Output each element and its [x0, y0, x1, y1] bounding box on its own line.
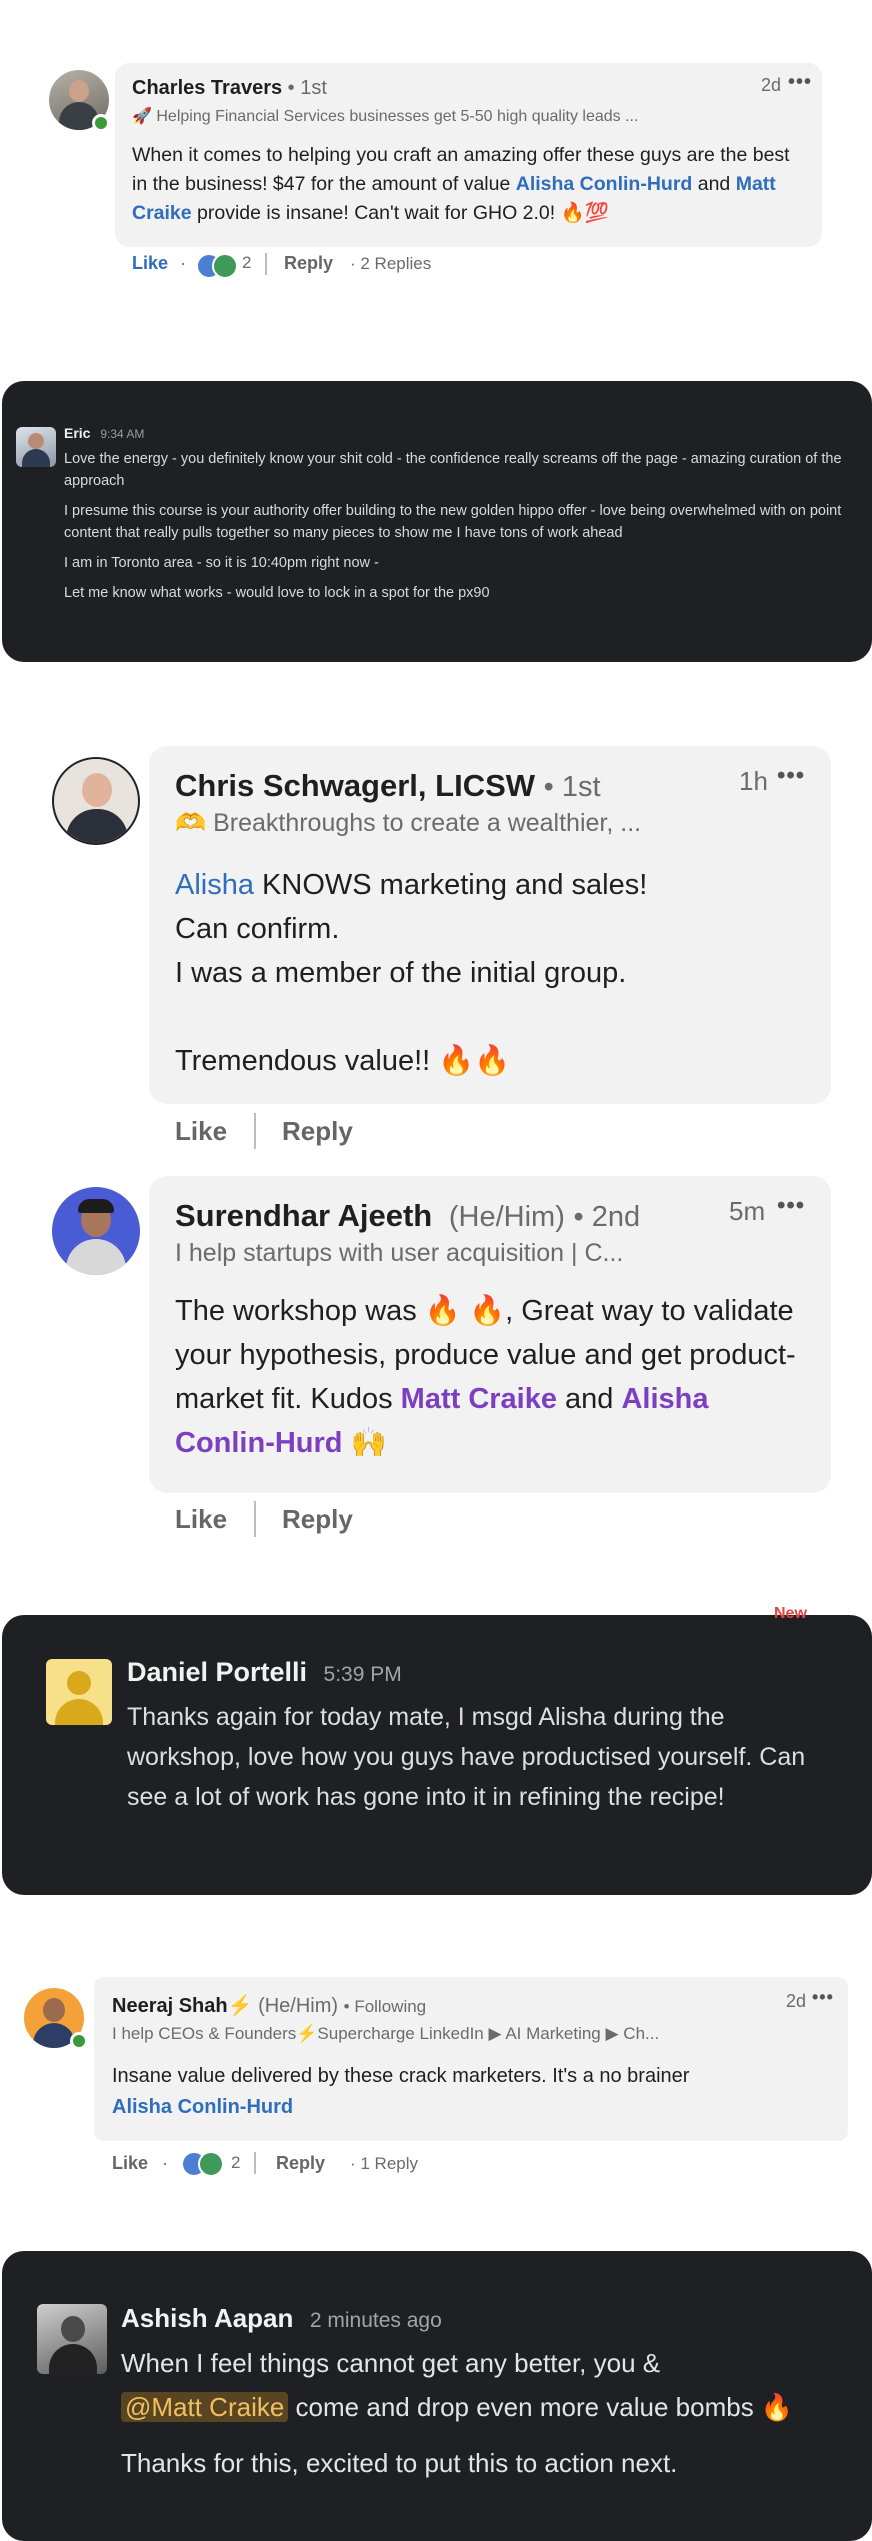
reply-button[interactable]: Reply — [284, 253, 333, 274]
action-divider — [254, 1113, 256, 1149]
author-name[interactable]: Chris Schwagerl, LICSW — [175, 768, 535, 803]
avatar-surendhar[interactable] — [52, 1187, 140, 1275]
connection-degree: • Following — [343, 1997, 427, 2016]
mention-matt[interactable]: @Matt Craike — [121, 2392, 289, 2422]
more-options-icon[interactable]: ••• — [788, 71, 812, 94]
author-headline: 🫶 Breakthroughs to create a wealthier, .… — [175, 809, 642, 837]
avatar-daniel[interactable] — [46, 1659, 112, 1725]
more-options-icon[interactable]: ••• — [777, 762, 805, 790]
comment-text: Insane value delivered by these crack ma… — [112, 2061, 832, 2123]
replies-link[interactable]: · 2 Replies — [350, 254, 431, 274]
like-button[interactable]: Like — [175, 1116, 227, 1147]
connection-degree: • 1st — [287, 77, 327, 99]
message-text: When I feel things cannot get any better… — [121, 2348, 794, 2478]
reply-button[interactable]: Reply — [282, 1504, 353, 1535]
separator-dot: · — [162, 2153, 168, 2173]
author-name[interactable]: Eric — [64, 425, 90, 441]
like-button[interactable]: Like — [175, 1504, 227, 1535]
celebrate-reaction-icon — [212, 253, 238, 279]
timestamp: 2 minutes ago — [309, 2309, 442, 2332]
action-divider — [254, 1501, 256, 1537]
reply-button[interactable]: Reply — [282, 1116, 353, 1147]
author-name[interactable]: Surendhar Ajeeth — [175, 1198, 432, 1233]
timestamp: 5:39 PM — [323, 1663, 402, 1686]
author-headline: I help startups with user acquisition | … — [175, 1239, 624, 1267]
avatar-chris[interactable] — [52, 757, 140, 845]
message-line: Let me know what works - would love to l… — [64, 585, 490, 601]
action-divider — [254, 2152, 256, 2174]
author-headline: I help CEOs & Founders⚡Supercharge Linke… — [112, 2024, 660, 2043]
timestamp: 2d — [761, 75, 782, 95]
author-name[interactable]: Charles Travers — [132, 77, 282, 99]
action-divider — [265, 253, 267, 275]
comment-bubble: Surendhar Ajeeth (He/Him) • 2nd I help s… — [149, 1176, 831, 1493]
reaction-count: 2 — [242, 253, 252, 272]
celebrate-reaction-icon — [198, 2151, 224, 2177]
chat-panel-eric: Eric 9:34 AM Love the energy - you defin… — [2, 381, 872, 662]
timestamp: 5m — [729, 1196, 766, 1226]
timestamp: 2d — [786, 1991, 807, 2011]
message-line: Love the energy - you definitely know yo… — [64, 451, 842, 489]
author-headline: 🚀 Helping Financial Services businesses … — [132, 108, 639, 125]
like-button[interactable]: Like — [132, 253, 168, 274]
connection-degree: • 2nd — [573, 1201, 641, 1233]
comment-text: Alisha KNOWS marketing and sales! Can co… — [175, 869, 648, 1077]
mention-alisha[interactable]: Alisha Conlin-Hurd — [112, 2092, 832, 2123]
comment-text: When it comes to helping you craft an am… — [132, 144, 790, 224]
comment-text: The workshop was 🔥 🔥, Great way to valid… — [175, 1295, 796, 1459]
message-text: Love the energy - you definitely know yo… — [64, 448, 844, 604]
more-options-icon[interactable]: ••• — [777, 1192, 805, 1220]
message-line: I presume this course is your authority … — [64, 503, 842, 541]
mention-alisha[interactable]: Alisha Conlin-Hurd — [516, 173, 693, 195]
pronouns: (He/Him) — [258, 1995, 339, 2017]
message-line: I am in Toronto area - so it is 10:40pm … — [64, 555, 379, 571]
avatar-eric[interactable] — [16, 427, 56, 467]
author-name[interactable]: Neeraj Shah — [112, 1995, 228, 2017]
author-name[interactable]: Ashish Aapan — [121, 2303, 293, 2333]
avatar-ashish[interactable] — [37, 2304, 107, 2374]
lightning-icon: ⚡ — [227, 1995, 253, 2017]
online-indicator — [70, 2032, 88, 2050]
comment-bubble: Neeraj Shah⚡ (He/Him) • Following I help… — [94, 1977, 848, 2141]
reply-button[interactable]: Reply — [276, 2153, 325, 2174]
reaction-count: 2 — [231, 2153, 241, 2172]
author-name[interactable]: Daniel Portelli — [127, 1657, 307, 1687]
message-text: Thanks again for today mate, I msgd Alis… — [127, 1703, 806, 1811]
pronouns: (He/Him) — [448, 1201, 565, 1233]
comment-bubble: Chris Schwagerl, LICSW • 1st 🫶 Breakthro… — [149, 746, 831, 1104]
chat-panel-daniel: New Daniel Portelli 5:39 PM Thanks again… — [2, 1605, 872, 1895]
connection-degree: • 1st — [543, 771, 601, 803]
timestamp: 1h — [739, 766, 768, 796]
mention-matt[interactable]: Matt Craike — [401, 1383, 557, 1415]
timestamp: 9:34 AM — [100, 427, 145, 441]
more-options-icon[interactable]: ••• — [812, 1987, 834, 2008]
separator-dot: · — [180, 253, 186, 273]
new-badge: New — [774, 1605, 807, 1622]
replies-link[interactable]: · 1 Reply — [350, 2154, 418, 2174]
comment-bubble: Charles Travers • 1st 🚀 Helping Financia… — [115, 63, 822, 247]
chat-panel-ashish: Ashish Aapan 2 minutes ago When I feel t… — [2, 2251, 872, 2541]
mention-alisha[interactable]: Alisha — [175, 869, 254, 901]
like-button[interactable]: Like — [112, 2153, 148, 2174]
online-indicator — [92, 114, 110, 132]
